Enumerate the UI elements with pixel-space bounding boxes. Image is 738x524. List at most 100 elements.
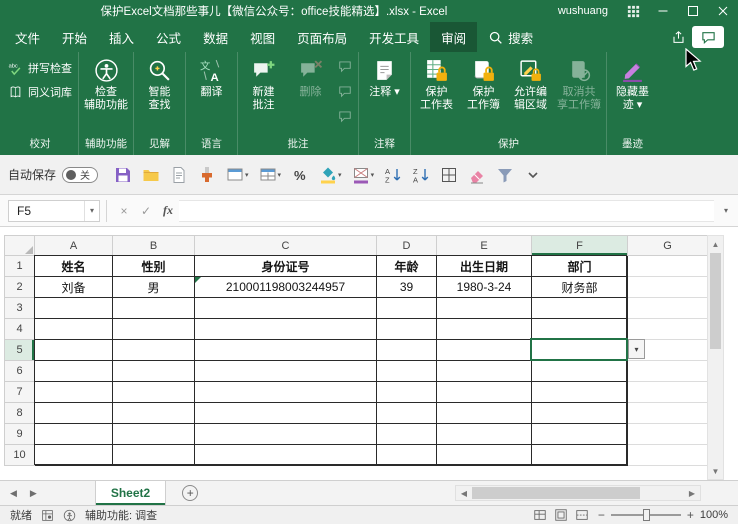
cell-A2[interactable]: 刘备	[35, 277, 113, 298]
cell-E2[interactable]: 1980-3-24	[437, 277, 532, 298]
autosave-control[interactable]: 自动保存 关	[8, 166, 98, 183]
tab-file[interactable]: 文件	[4, 22, 51, 52]
row-header-7[interactable]: 7	[5, 382, 35, 403]
cell-C2[interactable]: 210001198003244957	[195, 277, 377, 298]
scroll-up-icon[interactable]: ▲	[708, 236, 723, 252]
borders-button[interactable]	[436, 161, 462, 189]
sort-descending-button[interactable]: ZA	[408, 161, 434, 189]
tab-insert[interactable]: 插入	[98, 22, 145, 52]
check-accessibility-button[interactable]: 检查辅助功能	[82, 54, 130, 112]
cell-C4[interactable]	[195, 319, 377, 340]
cell-B6[interactable]	[113, 361, 195, 382]
confirm-entry-button[interactable]: ✓	[135, 204, 157, 218]
row-header-6[interactable]: 6	[5, 361, 35, 382]
row-header-1[interactable]: 1	[5, 256, 35, 277]
cell-F1[interactable]: 部门	[532, 256, 628, 277]
cell-F8[interactable]	[532, 403, 628, 424]
cell-D6[interactable]	[377, 361, 437, 382]
cell-G7[interactable]	[628, 382, 708, 403]
page-layout-view-icon[interactable]	[554, 508, 568, 522]
eraser-button[interactable]	[464, 161, 490, 189]
close-button[interactable]	[708, 0, 738, 22]
row-header-2[interactable]: 2	[5, 277, 35, 298]
tab-page-layout[interactable]: 页面布局	[286, 22, 358, 52]
cell-B3[interactable]	[113, 298, 195, 319]
comments-pane-button[interactable]	[692, 26, 724, 48]
row-header-4[interactable]: 4	[5, 319, 35, 340]
cell-A5[interactable]	[35, 340, 113, 361]
tab-home[interactable]: 开始	[51, 22, 98, 52]
cell-D2[interactable]: 39	[377, 277, 437, 298]
horizontal-scroll-thumb[interactable]	[472, 487, 640, 499]
cell-B10[interactable]	[113, 445, 195, 466]
protect-workbook-button[interactable]: 保护工作簿	[461, 54, 506, 112]
cell-B5[interactable]	[113, 340, 195, 361]
cell-D10[interactable]	[377, 445, 437, 466]
cell-G10[interactable]	[628, 445, 708, 466]
cell-F2[interactable]: 财务部	[532, 277, 628, 298]
data-validation-dropdown[interactable]: ▾	[628, 339, 645, 359]
cell-G9[interactable]	[628, 424, 708, 445]
customize-toolbar-button[interactable]	[520, 161, 546, 189]
name-box-dropdown-icon[interactable]: ▾	[84, 201, 99, 221]
cell-D4[interactable]	[377, 319, 437, 340]
row-header-8[interactable]: 8	[5, 403, 35, 424]
vertical-scroll-track[interactable]	[708, 350, 723, 463]
cell-D1[interactable]: 年龄	[377, 256, 437, 277]
filter-button[interactable]	[492, 161, 518, 189]
cell-A8[interactable]	[35, 403, 113, 424]
cell-C9[interactable]	[195, 424, 377, 445]
column-header-C[interactable]: C	[195, 236, 377, 256]
cell-A3[interactable]	[35, 298, 113, 319]
cell-E5[interactable]	[437, 340, 532, 361]
horizontal-scroll-track[interactable]	[640, 486, 684, 500]
open-button[interactable]	[138, 161, 164, 189]
cell-A1[interactable]: 姓名	[35, 256, 113, 277]
vertical-scrollbar[interactable]: ▲ ▼	[707, 235, 724, 480]
cell-B7[interactable]	[113, 382, 195, 403]
fill-color-button[interactable]: ▾	[315, 161, 346, 189]
cell-A4[interactable]	[35, 319, 113, 340]
cell-D8[interactable]	[377, 403, 437, 424]
column-header-G[interactable]: G	[628, 236, 708, 256]
translate-button[interactable]: 文A翻译	[189, 54, 234, 99]
column-header-D[interactable]: D	[377, 236, 437, 256]
cell-F6[interactable]	[532, 361, 628, 382]
cell-B4[interactable]	[113, 319, 195, 340]
shading-button[interactable]: ▾	[348, 161, 379, 189]
print-preview-button[interactable]	[166, 161, 192, 189]
sheet-tab-sheet2[interactable]: Sheet2	[95, 481, 166, 505]
previous-sheet-icon[interactable]: ◀	[10, 488, 17, 499]
column-header-A[interactable]: A	[35, 236, 113, 256]
cell-E4[interactable]	[437, 319, 532, 340]
cell-G3[interactable]	[628, 298, 708, 319]
cell-B8[interactable]	[113, 403, 195, 424]
name-box[interactable]: F5 ▾	[8, 200, 100, 222]
cell-E9[interactable]	[437, 424, 532, 445]
row-header-10[interactable]: 10	[5, 445, 35, 466]
cell-F3[interactable]	[532, 298, 628, 319]
tab-review[interactable]: 审阅	[430, 22, 477, 52]
tab-data[interactable]: 数据	[192, 22, 239, 52]
new-sheet-button[interactable]: +	[182, 485, 198, 501]
row-header-9[interactable]: 9	[5, 424, 35, 445]
cell-E7[interactable]	[437, 382, 532, 403]
cell-E6[interactable]	[437, 361, 532, 382]
cell-G1[interactable]	[628, 256, 708, 277]
minimize-button[interactable]	[648, 0, 678, 22]
select-all-corner[interactable]	[5, 236, 35, 256]
column-header-E[interactable]: E	[437, 236, 532, 256]
autosave-toggle[interactable]: 关	[62, 167, 98, 183]
format-painter-button[interactable]	[194, 161, 220, 189]
cell-F9[interactable]	[532, 424, 628, 445]
zoom-slider-knob[interactable]	[643, 509, 650, 521]
cell-E8[interactable]	[437, 403, 532, 424]
cell-E1[interactable]: 出生日期	[437, 256, 532, 277]
cell-C5[interactable]	[195, 340, 377, 361]
cell-G2[interactable]	[628, 277, 708, 298]
save-button[interactable]	[110, 161, 136, 189]
cell-C7[interactable]	[195, 382, 377, 403]
cell-D3[interactable]	[377, 298, 437, 319]
cell-A10[interactable]	[35, 445, 113, 466]
zoom-in-icon[interactable]: +	[687, 508, 694, 522]
